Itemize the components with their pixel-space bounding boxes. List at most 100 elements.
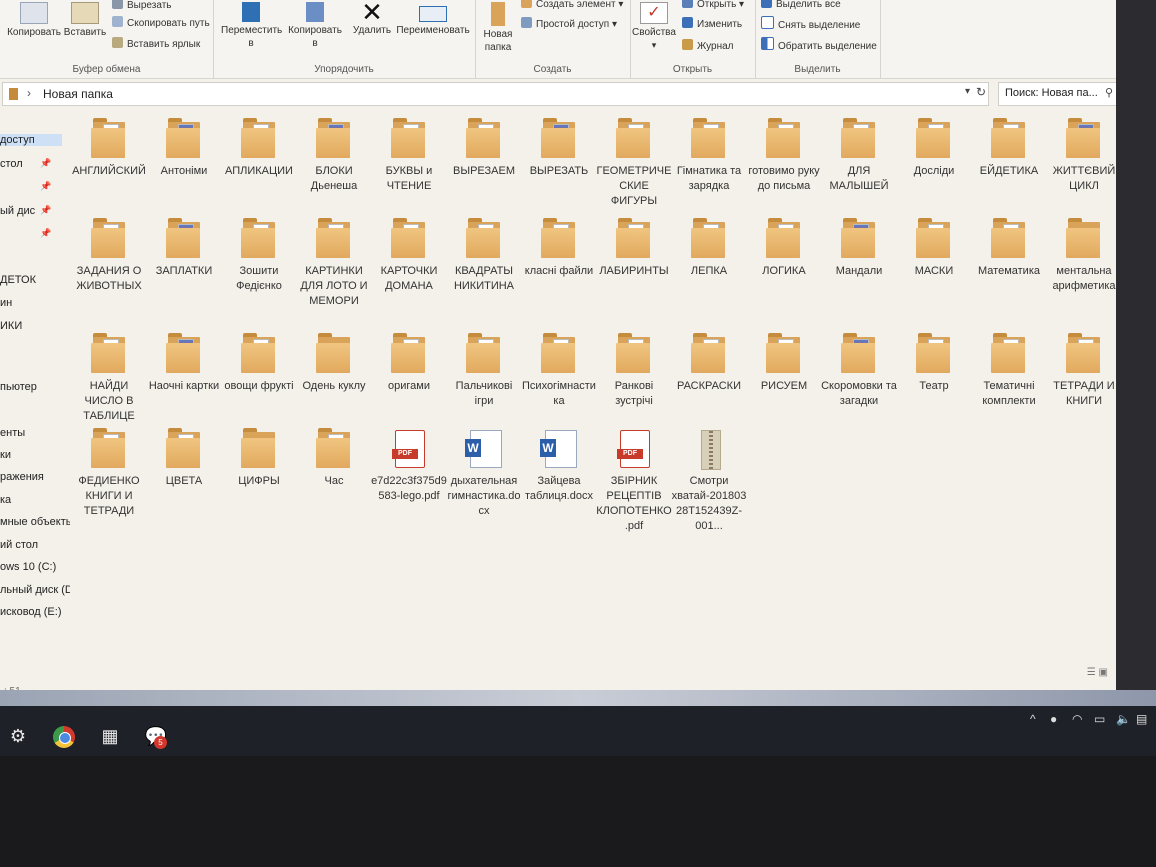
nav-item-drive[interactable]: ый дис <box>0 205 35 217</box>
new-item-button[interactable]: Создать элемент ▾ <box>521 0 623 10</box>
folder-item[interactable]: ВЫРЕЗАТЬ <box>520 118 598 179</box>
folder-item[interactable]: ЦВЕТА <box>145 428 223 489</box>
folder-item[interactable]: Гімнатика та зарядка <box>670 118 748 194</box>
open-button[interactable]: Открыть ▾ <box>682 0 744 10</box>
easy-access-button[interactable]: Простой доступ ▾ <box>521 17 617 30</box>
breadcrumb-chevron-icon[interactable]: › <box>27 86 31 100</box>
file-item[interactable]: Wдыхательная гимнастика.docx <box>445 428 523 519</box>
folder-item[interactable]: РИСУЕМ <box>745 333 823 394</box>
delete-button[interactable]: ✕ Удалить <box>349 0 395 37</box>
folder-item[interactable]: КАРТОЧКИ ДОМАНА <box>370 218 448 294</box>
folder-item[interactable]: Ранкові зустрічі <box>595 333 673 409</box>
nav-item-desktop-pc[interactable]: ий стол <box>0 539 38 551</box>
chevron-down-icon[interactable]: ▾ <box>965 86 970 97</box>
folder-item[interactable]: ЗАДАНИЯ О ЖИВОТНЫХ <box>70 218 148 294</box>
folder-item[interactable]: ментальна арифметика <box>1045 218 1123 294</box>
folder-item[interactable]: МАСКИ <box>895 218 973 279</box>
nav-item-folder[interactable]: ДЕТОК <box>0 274 36 286</box>
nav-item-drive-c[interactable]: ows 10 (C:) <box>0 561 56 573</box>
folder-item[interactable]: оригами <box>370 333 448 394</box>
folder-item[interactable]: БУКВЫ и ЧТЕНИЕ <box>370 118 448 194</box>
folder-item[interactable]: ЕЙДЕТИКА <box>970 118 1048 179</box>
tray-app-icon[interactable]: ● <box>1050 712 1057 726</box>
folder-item[interactable]: ЛАБИРИНТЫ <box>595 218 673 279</box>
folder-item[interactable]: ЖИТТЄВИЙ ЦИКЛ <box>1045 118 1123 194</box>
nav-item-3d-objects[interactable]: мные объекты <box>0 516 70 528</box>
new-folder-button[interactable]: Новая папка <box>477 2 519 54</box>
details-view-icon[interactable]: ☰ <box>1087 667 1096 678</box>
folder-item[interactable]: Зошити Федієнко <box>220 218 298 294</box>
folder-item[interactable]: ЛОГИКА <box>745 218 823 279</box>
volume-icon[interactable]: 🔈 <box>1116 712 1131 726</box>
file-item[interactable]: PDF e7d22c3f375d9583-lego.pdf <box>370 428 448 504</box>
paste-button[interactable]: Вставить <box>62 2 108 39</box>
wifi-icon[interactable]: ◠ <box>1072 712 1082 726</box>
folder-item[interactable]: ГЕОМЕТРИЧЕСКИЕ ФИГУРЫ <box>595 118 673 209</box>
folder-item[interactable]: овощи фрукті <box>220 333 298 394</box>
file-item[interactable]: W Зайцева таблиця.docx <box>520 428 598 504</box>
folder-item[interactable]: Тематичні комплекти <box>970 333 1048 409</box>
folder-item[interactable]: ВЫРЕЗАЕМ <box>445 118 523 179</box>
nav-item-drive-d[interactable]: льный диск (D <box>0 584 70 596</box>
folder-item[interactable]: Математика <box>970 218 1048 279</box>
folder-item[interactable]: Наочні картки <box>145 333 223 394</box>
properties-button[interactable]: ✓ Свойства ▾ <box>630 2 678 52</box>
folder-item[interactable]: НАЙДИ ЧИСЛО В ТАБЛИЦЕ <box>70 333 148 424</box>
folder-item[interactable]: АНГЛИЙСКИЙ <box>70 118 148 179</box>
folder-item[interactable]: Мандали <box>820 218 898 279</box>
rename-button[interactable]: Переименовать <box>393 2 473 37</box>
nav-item-drive-e[interactable]: исковод (E:) <box>0 606 62 618</box>
large-icons-view-icon[interactable]: ▣ <box>1099 667 1108 678</box>
file-item[interactable]: PDF ЗБІРНИК РЕЦЕПТІВ КЛОПОТЕНКО .pdf <box>595 428 673 534</box>
folder-item[interactable]: ЛЕПКА <box>670 218 748 279</box>
folder-item[interactable]: Пальчикові ігри <box>445 333 523 409</box>
edit-button[interactable]: Изменить <box>682 17 742 30</box>
battery-icon[interactable]: ▭ <box>1094 712 1105 726</box>
copy-button[interactable]: Копировать <box>4 2 64 39</box>
folder-item[interactable]: ТЕТРАДИ И КНИГИ <box>1045 333 1123 409</box>
nav-item-pictures[interactable]: ражения <box>0 471 44 483</box>
nav-item-desktop[interactable]: стол <box>0 158 23 170</box>
folder-item[interactable]: БЛОКИ Дьенеша <box>295 118 373 194</box>
paste-shortcut-button[interactable]: Вставить ярлык <box>112 37 200 50</box>
folder-item[interactable]: Психогімнастика <box>520 333 598 409</box>
select-all-button[interactable]: Выделить все <box>761 0 841 10</box>
folder-item[interactable]: класні файли <box>520 218 598 279</box>
copy-path-button[interactable]: Скопировать путь <box>112 16 210 29</box>
search-input[interactable]: Поиск: Новая па... ⚲ <box>998 82 1120 106</box>
nav-item-quick-access[interactable]: доступ <box>0 134 62 146</box>
nav-item-documents[interactable]: енты <box>0 427 25 439</box>
nav-item-music[interactable]: ка <box>0 494 11 506</box>
folder-item[interactable]: Час <box>295 428 373 489</box>
nav-item-folder[interactable]: ИКИ <box>0 320 22 332</box>
folder-item[interactable]: Театр <box>895 333 973 394</box>
cut-button[interactable]: Вырезать <box>112 0 171 11</box>
copy-to-button[interactable]: Копировать в <box>285 2 345 50</box>
nav-item-downloads[interactable]: ки <box>0 449 11 461</box>
folder-item[interactable]: РАСКРАСКИ <box>670 333 748 394</box>
folder-item[interactable]: Одень куклу <box>295 333 373 394</box>
folder-item[interactable]: Антоніми <box>145 118 223 179</box>
folder-item[interactable]: готовимо руку до письма <box>745 118 823 194</box>
tray-overflow-chevron-icon[interactable]: ^ <box>1030 712 1036 726</box>
folder-item[interactable]: ФЕДИЕНКО КНИГИ И ТЕТРАДИ <box>70 428 148 519</box>
select-none-button[interactable]: Снять выделение <box>761 16 860 31</box>
folder-item[interactable]: АПЛИКАЦИИ <box>220 118 298 179</box>
folder-item[interactable]: Скоромовки та загадки <box>820 333 898 409</box>
folder-item[interactable]: ЗАПЛАТКИ <box>145 218 223 279</box>
settings-gear-icon[interactable]: ⚙ <box>4 722 32 750</box>
folder-item[interactable]: КАРТИНКИ ДЛЯ ЛОТО И МЕМОРИ <box>295 218 373 309</box>
keyboard-icon[interactable]: ▤ <box>1136 712 1147 726</box>
address-bar[interactable]: › Новая папка ▾ ↻ <box>2 82 989 106</box>
folder-item[interactable]: ЦИФРЫ <box>220 428 298 489</box>
calculator-icon[interactable]: ▦ <box>96 722 124 750</box>
refresh-icon[interactable]: ↻ <box>976 85 986 99</box>
invert-selection-button[interactable]: Обратить выделение <box>761 37 877 52</box>
folder-item[interactable]: КВАДРАТЫ НИКИТИНА <box>445 218 523 294</box>
history-button[interactable]: Журнал <box>682 39 734 52</box>
view-toggle[interactable]: ☰ ▣ <box>1087 667 1108 678</box>
folder-item[interactable]: Досліди <box>895 118 973 179</box>
file-item[interactable]: Смотри хватай-20180328T152439Z-001... <box>670 428 748 534</box>
nav-item-folder[interactable]: ин <box>0 297 12 309</box>
chrome-icon[interactable] <box>53 726 75 748</box>
